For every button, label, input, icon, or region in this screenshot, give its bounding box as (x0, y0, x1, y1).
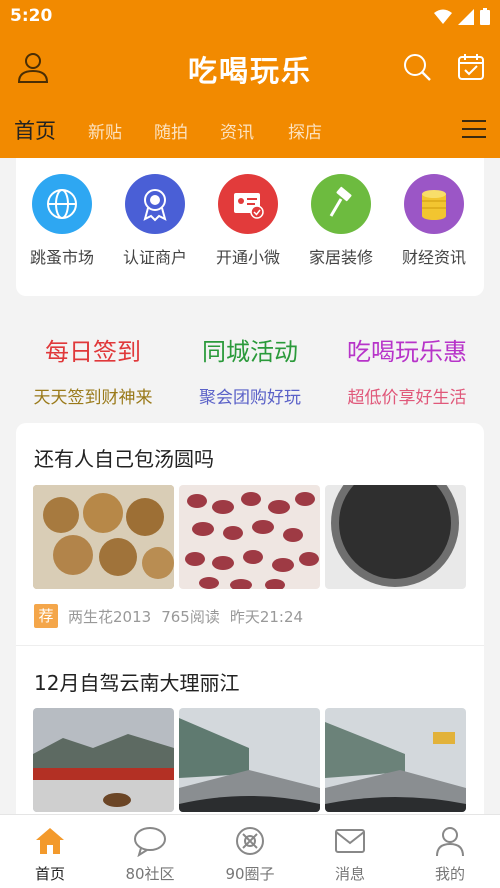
category-home-decor[interactable]: 家居装修 (301, 174, 381, 268)
tab-news[interactable]: 资讯 (220, 118, 254, 143)
mountain-dog-photo[interactable] (33, 708, 174, 812)
post-views: 765阅读 (161, 607, 220, 626)
mail-icon (335, 829, 365, 853)
nav-label: 我的 (434, 865, 465, 883)
nav-label: 90圈子 (225, 865, 275, 883)
category-label: 财经资讯 (401, 248, 466, 267)
tab-snapshots[interactable]: 随拍 (154, 118, 188, 143)
status-bar: 5:20 (0, 0, 500, 34)
post-author[interactable]: 两生花2013 (68, 606, 151, 627)
walnuts-photo[interactable] (33, 485, 174, 589)
person-icon (436, 827, 464, 857)
bottom-nav: 首页 80社区 90圈子 消息 我的 (0, 814, 500, 888)
post-title[interactable]: 12月自驾云南大理丽江 (34, 667, 239, 696)
post-divider (16, 645, 484, 646)
promo-subtitle: 聚会团购好玩 (199, 388, 301, 408)
promo-local-events[interactable]: 同城活动 聚会团购好玩 (167, 332, 333, 408)
app-bar: 吃喝玩乐 (0, 34, 500, 100)
promo-subtitle: 天天签到财神来 (33, 388, 153, 408)
menu-icon-line (462, 136, 486, 138)
nav-me[interactable]: 我的 (400, 825, 500, 884)
nav-90-circle[interactable]: 90圈子 (200, 825, 300, 884)
highway-photo-2[interactable] (325, 708, 466, 812)
battery-icon (480, 8, 490, 25)
user-button[interactable] (16, 50, 50, 84)
top-tabs: 首页 新贴 随拍 资讯 探店 (0, 100, 500, 158)
globe-icon (32, 174, 92, 234)
wifi-icon (434, 9, 452, 24)
category-label: 家居装修 (308, 248, 373, 267)
coins-icon (404, 174, 464, 234)
nav-home[interactable]: 首页 (0, 825, 100, 884)
hammer-icon (311, 174, 371, 234)
category-flea-market[interactable]: 跳蚤市场 (22, 174, 102, 268)
promo-row: 每日签到 天天签到财神来 同城活动 聚会团购好玩 吃喝玩乐惠 超低价享好生活 (0, 320, 500, 410)
red-peanuts-photo[interactable] (179, 485, 320, 589)
promo-daily-checkin[interactable]: 每日签到 天天签到财神来 (10, 332, 176, 408)
nav-messages[interactable]: 消息 (300, 825, 400, 884)
category-open-micro[interactable]: 开通小微 (208, 174, 288, 268)
category-card: 跳蚤市场 认证商户 开通小微 家居装修 财经资讯 (16, 158, 484, 296)
menu-icon-line (462, 120, 486, 122)
promo-title: 吃喝玩乐惠 (347, 338, 467, 366)
user-icon (17, 53, 49, 83)
nav-label: 首页 (34, 865, 65, 883)
search-icon (404, 54, 431, 81)
menu-icon-line (462, 128, 486, 130)
nav-label: 消息 (334, 865, 365, 883)
post-meta: 荐 两生花2013 765阅读 昨天21:24 (34, 603, 303, 629)
promo-subtitle: 超低价享好生活 (347, 388, 467, 408)
search-button[interactable] (402, 52, 432, 82)
calendar-button[interactable] (456, 52, 486, 82)
status-icons (434, 8, 490, 25)
top-header: 5:20 吃喝玩乐 首页 新贴 随拍 资讯 探店 (0, 0, 500, 158)
category-label: 开通小微 (215, 248, 280, 267)
signal-icon (458, 8, 474, 25)
black-sesame-photo[interactable] (325, 485, 466, 589)
tab-home[interactable]: 首页 (14, 115, 56, 145)
circle-icon (236, 827, 264, 855)
calendar-check-icon (458, 54, 484, 80)
menu-button[interactable] (462, 120, 486, 140)
nav-label: 80社区 (125, 865, 175, 883)
category-finance-news[interactable]: 财经资讯 (394, 174, 474, 268)
status-time: 5:20 (10, 6, 53, 26)
recommend-tag: 荐 (34, 604, 58, 628)
home-icon (36, 828, 64, 854)
post-title[interactable]: 还有人自己包汤圆吗 (34, 443, 214, 472)
category-label: 跳蚤市场 (29, 248, 94, 267)
badge-icon (125, 174, 185, 234)
app-title: 吃喝玩乐 (187, 54, 312, 88)
tab-new-posts[interactable]: 新贴 (88, 118, 122, 143)
promo-title: 同城活动 (202, 338, 298, 366)
post-time: 昨天21:24 (229, 607, 304, 626)
category-label: 认证商户 (122, 248, 187, 267)
chat-icon (134, 827, 166, 857)
id-card-icon (218, 174, 278, 234)
tab-explore-shops[interactable]: 探店 (288, 118, 322, 143)
nav-80-community[interactable]: 80社区 (100, 825, 200, 884)
highway-photo-1[interactable] (179, 708, 320, 812)
category-certified-merchant[interactable]: 认证商户 (115, 174, 195, 268)
post-feed: 还有人自己包汤圆吗 荐 两生花2013 765阅读 昨天21:24 12月自驾云… (16, 423, 484, 823)
promo-deals[interactable]: 吃喝玩乐惠 超低价享好生活 (324, 332, 490, 408)
promo-title: 每日签到 (45, 338, 141, 366)
